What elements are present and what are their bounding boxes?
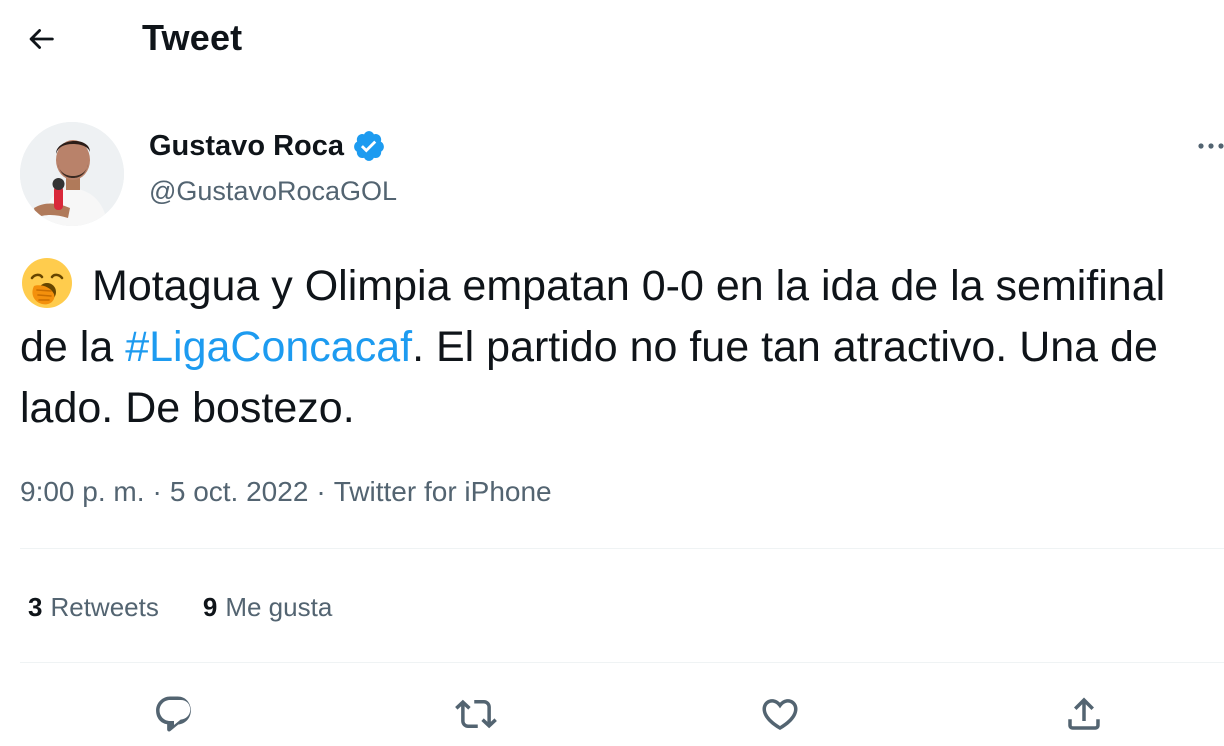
heart-icon xyxy=(762,699,798,731)
reply-button[interactable] xyxy=(150,690,198,738)
author-name[interactable]: Gustavo Roca xyxy=(149,126,344,166)
tweet-text: Motagua y Olimpia empatan 0-0 en la ida … xyxy=(20,256,1200,439)
page-title: Tweet xyxy=(142,17,243,58)
tweet-date[interactable]: 5 oct. 2022 xyxy=(170,476,309,507)
more-dots-icon xyxy=(1198,143,1224,149)
author-name-row[interactable]: Gustavo Roca xyxy=(149,126,386,166)
likes-count: 9 xyxy=(202,592,218,622)
avatar[interactable] xyxy=(20,122,124,226)
retweets-stat[interactable]: 3 Retweets xyxy=(28,588,159,626)
more-options-button[interactable] xyxy=(1192,128,1224,164)
retweet-button[interactable] xyxy=(452,690,500,738)
retweets-label: Retweets xyxy=(50,592,159,622)
tweet-meta: 9:00 p. m. · 5 oct. 2022 · Twitter for iPhon… xyxy=(20,472,552,512)
tweet-header: Tweet xyxy=(0,0,1224,78)
retweets-count: 3 xyxy=(28,592,43,622)
divider xyxy=(20,662,1224,663)
meta-separator: · xyxy=(152,476,162,507)
verified-badge-icon xyxy=(352,129,386,163)
arrow-left-icon xyxy=(29,29,54,49)
retweet-icon xyxy=(455,699,497,729)
tweet-source[interactable]: Twitter for iPhone xyxy=(334,476,552,507)
likes-stat[interactable]: 9 Me gusta xyxy=(203,588,332,626)
meta-separator: · xyxy=(316,476,326,507)
share-icon xyxy=(1068,697,1100,730)
hashtag-link[interactable]: #LigaConcacaf xyxy=(125,323,412,371)
like-button[interactable] xyxy=(756,690,804,738)
yawning-face-emoji xyxy=(20,256,74,310)
likes-label: Me gusta xyxy=(225,592,333,622)
divider xyxy=(20,548,1224,549)
tweet-stats: 3 Retweets 9 Me gusta xyxy=(28,588,376,626)
back-button[interactable] xyxy=(18,16,64,62)
author-handle[interactable]: @GustavoRocaGOL xyxy=(149,172,397,210)
avatar-photo xyxy=(20,122,124,226)
tweet-time[interactable]: 9:00 p. m. xyxy=(20,476,145,507)
reply-icon xyxy=(156,696,191,732)
share-button[interactable] xyxy=(1060,690,1108,738)
